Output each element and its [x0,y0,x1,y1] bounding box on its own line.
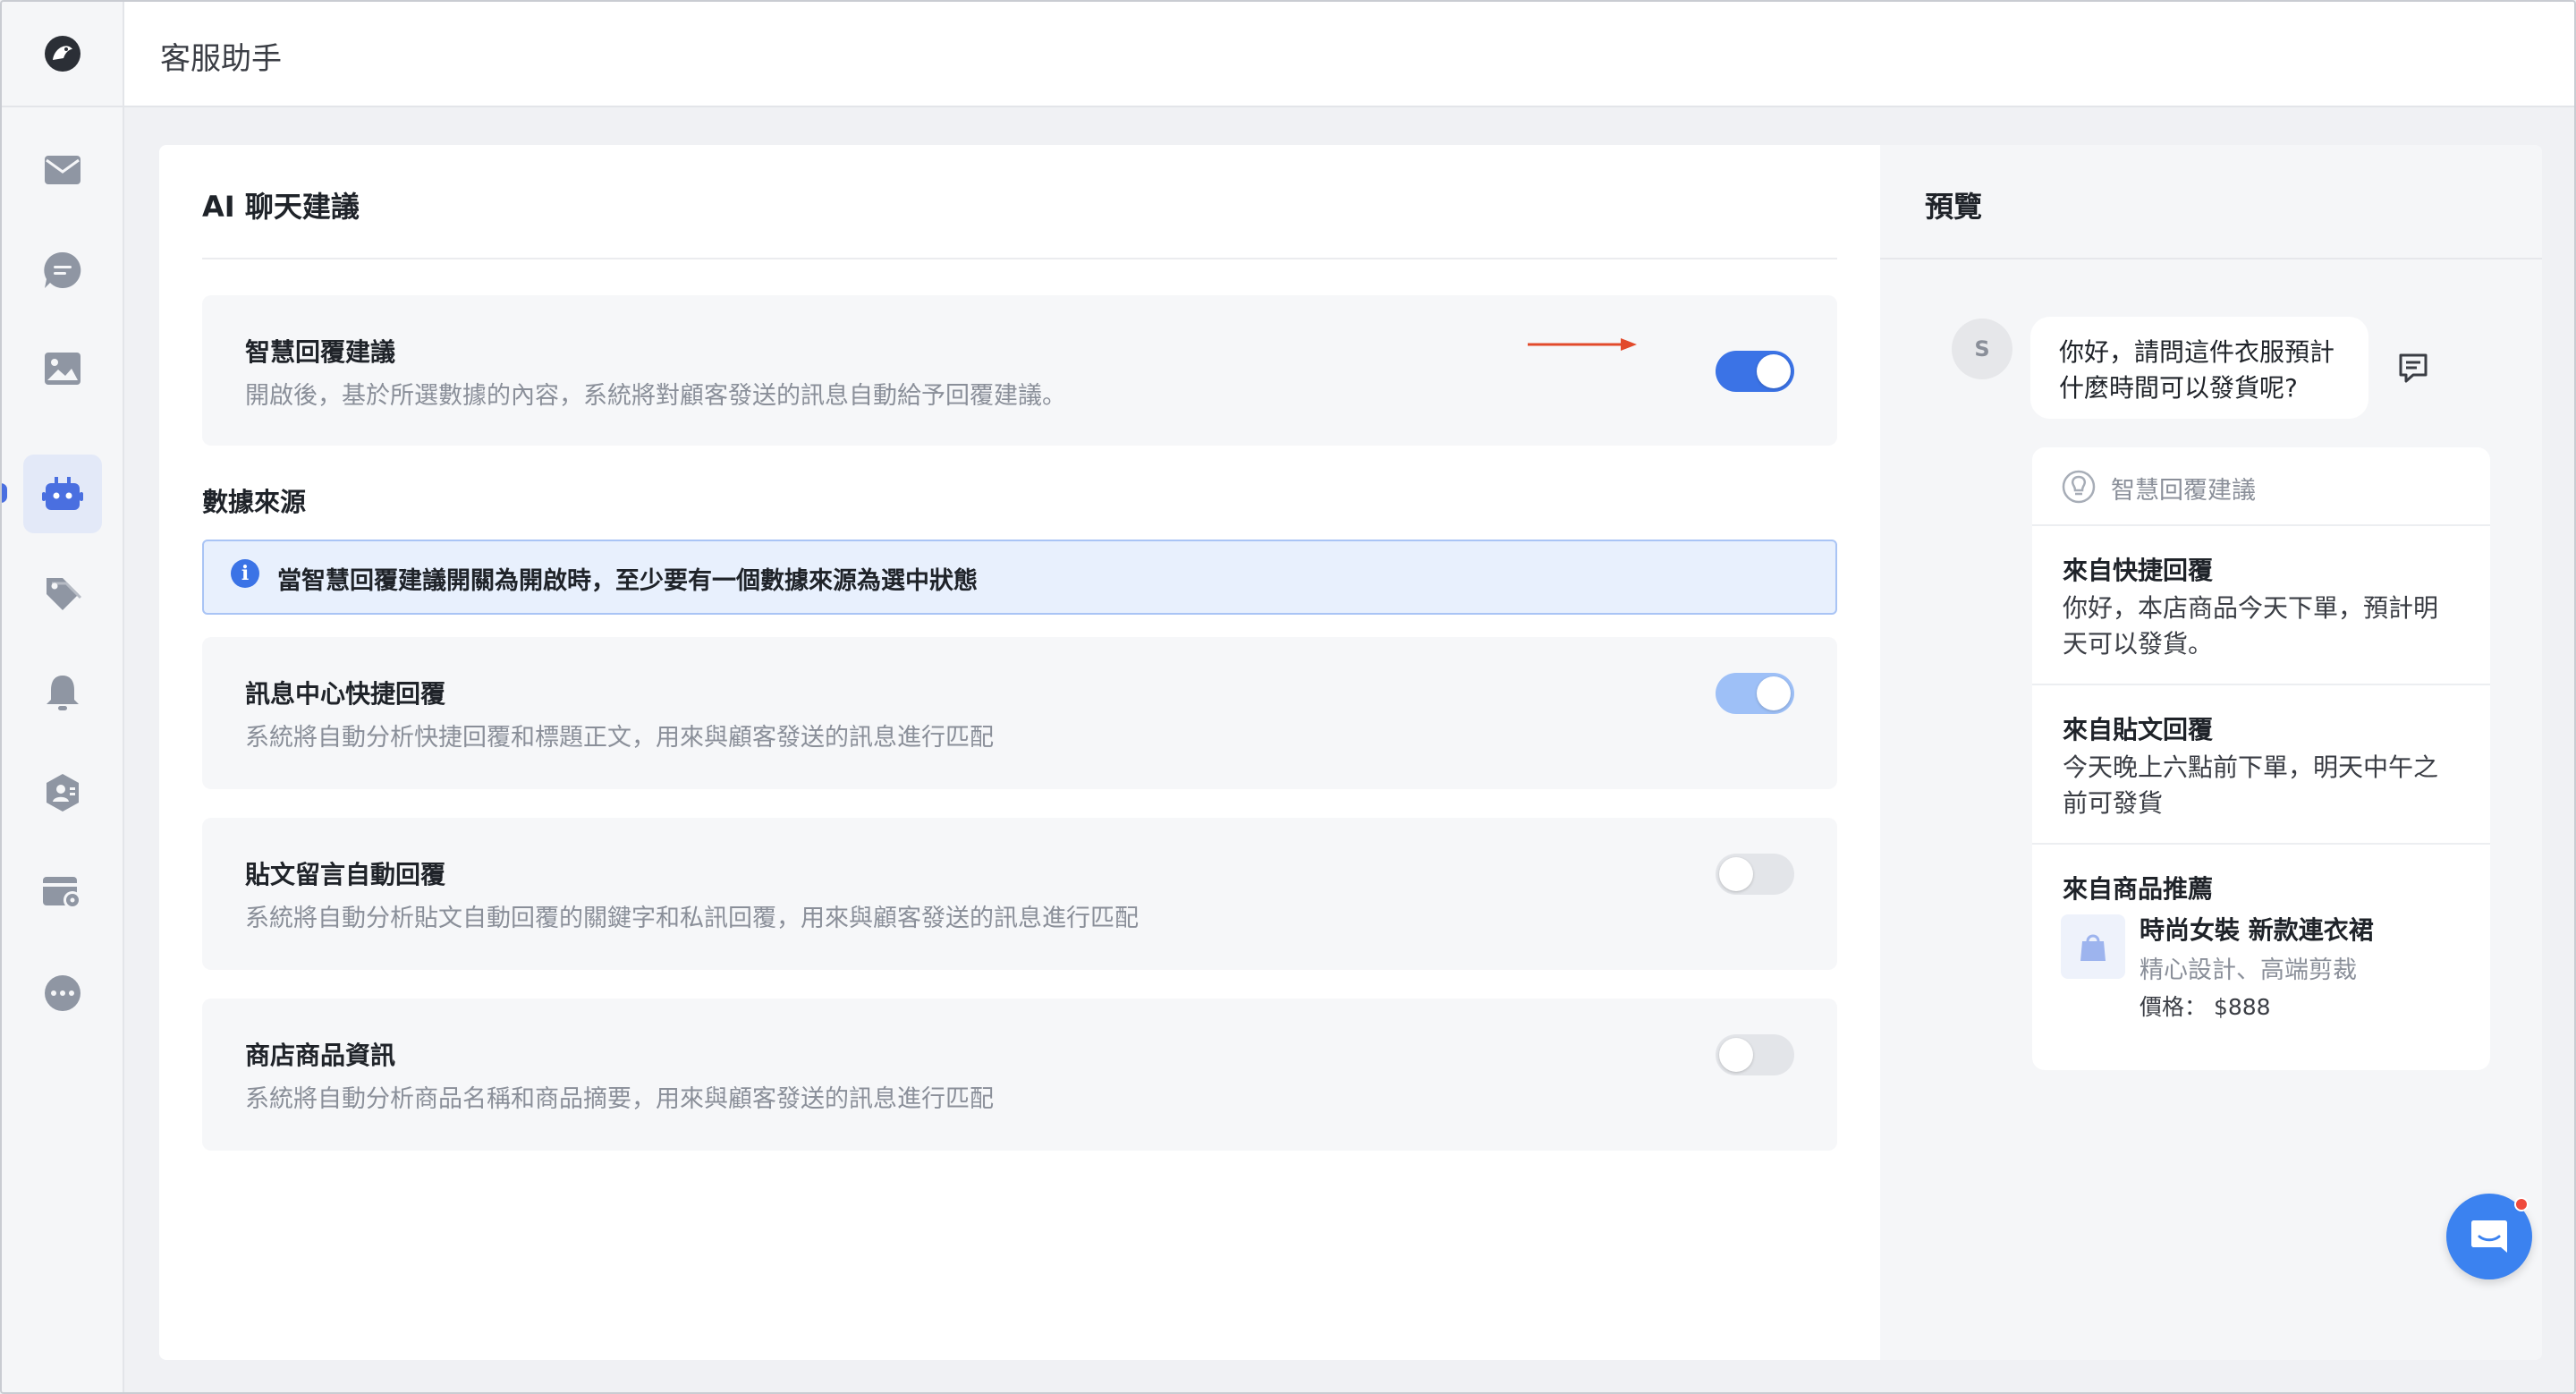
support-chat-button[interactable] [2446,1194,2532,1279]
section-title: AI 聊天建議 [202,190,360,224]
source-store-products: 商店商品資訊 系統將自動分析商品名稱和商品摘要，用來與顧客發送的訊息進行匹配 [202,999,1837,1151]
preview-title: 預覽 [1925,190,1983,224]
suggestion-header-label: 智慧回覆建議 [2111,477,2256,505]
bell-icon [47,676,79,710]
chat-bubble-icon [44,251,81,288]
logo-icon [44,36,80,72]
app-window: 客服助手 AI 聊天建議 智慧回覆建議 開啟後，基於所選數據的內容，系統將對顧客… [0,0,2576,1394]
notification-dot [2514,1197,2529,1211]
toggle-knob [1719,857,1753,891]
toggle-knob [1719,1038,1753,1072]
suggestion-title: 來自商品推薦 [2063,874,2214,904]
reply-suggest-icon[interactable] [2395,351,2431,387]
product-price: 價格： $888 [2140,994,2271,1020]
smart-reply-toggle[interactable] [1716,351,1794,392]
smart-reply-title: 智慧回覆建議 [245,337,396,367]
source-desc: 系統將自動分析商品名稱和商品摘要，用來與顧客發送的訊息進行匹配 [245,1085,994,1113]
suggestion-quick-reply[interactable]: 來自快捷回覆 你好，本店商品今天下單，預計明 天可以發貨。 [2032,526,2490,685]
customer-avatar: S [1952,319,2012,379]
suggestion-title: 來自快捷回覆 [2063,556,2214,585]
info-icon: i [231,559,259,588]
product-thumbnail [2061,914,2125,979]
suggestion-card: 智慧回覆建議 來自快捷回覆 你好，本店商品今天下單，預計明 天可以發貨。 來自貼… [2032,447,2490,1070]
settings-card: AI 聊天建議 智慧回覆建議 開啟後，基於所選數據的內容，系統將對顧客發送的訊息… [159,145,2542,1360]
card-settings-icon [43,877,81,909]
sidebar-item-notifications[interactable] [23,653,102,732]
sidebar-item-settings[interactable] [23,854,102,932]
quick-reply-toggle[interactable] [1716,673,1794,714]
source-post-reply: 貼文留言自動回覆 系統將自動分析貼文自動回覆的關鍵字和私訊回覆，用來與顧客發送的… [202,818,1837,970]
message-line: 什麼時間可以發貨呢? [2059,373,2298,403]
app-logo[interactable] [2,2,123,107]
product-desc: 精心設計、高端剪裁 [2140,956,2357,984]
image-icon [45,353,80,385]
lightbulb-icon [2062,470,2096,504]
user-shield-icon [47,774,79,812]
sidebar-item-tags[interactable] [23,555,102,633]
chat-icon [2471,1220,2507,1253]
suggestion-line: 你好，本店商品今天下單，預計明 [2063,593,2439,623]
product-name: 時尚女裝 新款連衣裙 [2140,915,2374,945]
suggestion-header: 智慧回覆建議 [2032,447,2490,526]
more-icon [45,975,80,1011]
info-alert: i 當智慧回覆建議開關為開啟時，至少要有一個數據來源為選中狀態 [202,540,1837,615]
source-quick-reply: 訊息中心快捷回覆 系統將自動分析快捷回覆和標題正文，用來與顧客發送的訊息進行匹配 [202,637,1837,789]
tag-icon [47,578,82,610]
source-title: 訊息中心快捷回覆 [245,679,446,709]
suggestion-post-reply[interactable]: 來自貼文回覆 今天晚上六點前下單，明天中午之 前可發貨 [2032,685,2490,845]
source-title: 貼文留言自動回覆 [245,860,446,889]
settings-panel: AI 聊天建議 智慧回覆建議 開啟後，基於所選數據的內容，系統將對顧客發送的訊息… [159,145,1880,1360]
suggestion-text: 你好，本店商品今天下單，預計明 天可以發貨。 [2063,591,2465,662]
info-text: 當智慧回覆建議開關為開啟時，至少要有一個數據來源為選中狀態 [277,567,978,595]
smart-reply-setting: 智慧回覆建議 開啟後，基於所選數據的內容，系統將對顧客發送的訊息自動給予回覆建議… [202,295,1837,446]
message-line: 你好，請問這件衣服預計 [2059,337,2335,367]
customer-message: 你好，請問這件衣服預計 什麼時間可以發貨呢? [2030,317,2368,419]
sidebar-item-more[interactable] [23,954,102,1033]
mail-icon [45,156,80,184]
toggle-knob [1757,676,1791,710]
post-reply-toggle[interactable] [1716,854,1794,895]
preview-panel: 預覽 S 你好，請問這件衣服預計 什麼時間可以發貨呢? 智慧回覆建議 來自快捷回… [1880,145,2542,1360]
sidebar-item-bot[interactable] [23,455,102,533]
top-header: 客服助手 [124,2,2574,107]
suggestion-title: 來自貼文回覆 [2063,715,2214,744]
source-title: 商店商品資訊 [245,1041,396,1070]
preview-divider [1880,258,2542,259]
sidebar-item-chat[interactable] [23,231,102,310]
section-divider [202,258,1837,259]
suggestion-product[interactable]: 來自商品推薦 時尚女裝 新款連衣裙 精心設計、高端剪裁 價格： $888 [2032,845,2490,1070]
annotation-arrow-icon [1528,338,1637,351]
sidebar [2,2,124,1392]
shopping-bag-icon [2080,934,2106,961]
suggestion-text: 今天晚上六點前下單，明天中午之 前可發貨 [2063,750,2465,821]
robot-icon [42,477,83,510]
sidebar-item-inbox[interactable] [23,131,102,209]
source-desc: 系統將自動分析快捷回覆和標題正文，用來與顧客發送的訊息進行匹配 [245,724,994,752]
page-title: 客服助手 [160,41,282,77]
active-indicator [2,483,7,503]
sidebar-item-media[interactable] [23,329,102,408]
toggle-knob [1757,354,1791,388]
data-source-title: 數據來源 [202,487,307,517]
suggestion-line: 天可以發貨。 [2063,629,2214,659]
smart-reply-desc: 開啟後，基於所選數據的內容，系統將對顧客發送的訊息自動給予回覆建議。 [245,382,1066,410]
store-products-toggle[interactable] [1716,1034,1794,1075]
sidebar-item-contacts[interactable] [23,753,102,832]
source-desc: 系統將自動分析貼文自動回覆的關鍵字和私訊回覆，用來與顧客發送的訊息進行匹配 [245,905,1139,932]
suggestion-line: 今天晚上六點前下單，明天中午之 [2063,752,2439,782]
suggestion-line: 前可發貨 [2063,788,2164,818]
